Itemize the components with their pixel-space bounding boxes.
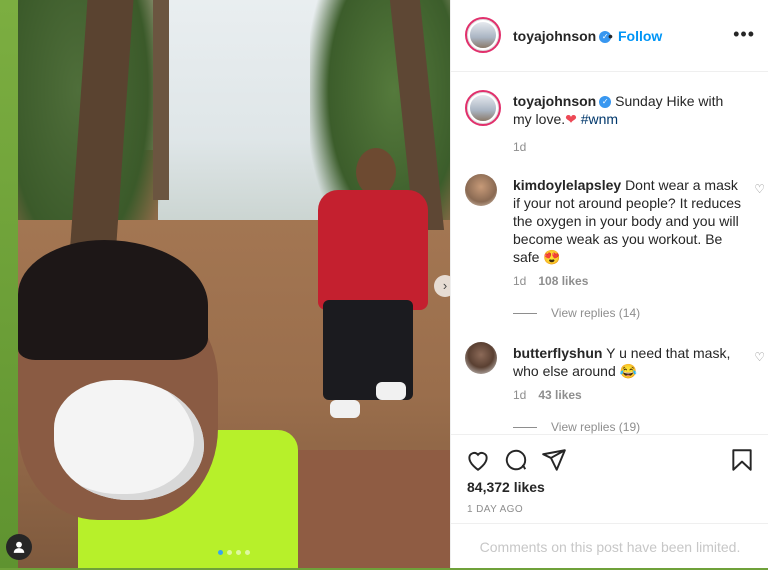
author-name[interactable]: toyajohnson ✓ (513, 28, 612, 44)
person-icon (13, 541, 25, 553)
comments-list[interactable]: toyajohnson ✓ Sunday Hike with my love.❤ … (451, 72, 768, 434)
view-replies-button[interactable]: View replies (14) (513, 306, 640, 320)
comment-age: 1d (513, 388, 527, 402)
comment-likes[interactable]: 108 likes (538, 274, 588, 288)
comments-limited-notice: Comments on this post have been limited. (451, 523, 768, 569)
comment-icon[interactable] (503, 447, 529, 473)
photo-man-shirt (318, 190, 428, 310)
comment-username[interactable]: kimdoylelapsley (513, 177, 621, 193)
author-username[interactable]: toyajohnson (513, 28, 596, 44)
comment-body: kimdoylelapsley Dont wear a mask if your… (513, 176, 743, 266)
red-heart-emoji: ❤ (565, 111, 577, 127)
header-separator: • (608, 28, 613, 44)
comment-body: butterflyshun Y u need that mask, who el… (513, 344, 743, 380)
more-options-icon[interactable]: ••• (733, 24, 755, 45)
caption-age: 1d (513, 140, 527, 154)
comment-meta: 1d 43 likes (513, 388, 582, 402)
view-replies-button[interactable]: View replies (19) (513, 420, 640, 434)
post-age: 1 DAY AGO (467, 504, 524, 515)
heart-icon[interactable]: ♡ (754, 182, 765, 196)
photo-tree-trunk (153, 0, 169, 200)
caption-username[interactable]: toyajohnson (513, 93, 596, 109)
carousel-dot-active (218, 550, 223, 555)
photo-man-head (356, 148, 396, 196)
share-icon[interactable] (541, 447, 567, 473)
carousel-dots (218, 550, 250, 555)
carousel-dot (227, 550, 232, 555)
tagged-users-button[interactable] (6, 534, 32, 560)
avatar[interactable] (465, 342, 497, 374)
comment-emoji: 😍 (543, 249, 561, 265)
comment-age: 1d (513, 274, 527, 288)
like-count[interactable]: 84,372 likes (467, 479, 545, 495)
verified-badge-icon: ✓ (599, 96, 612, 109)
carousel-dot (236, 550, 241, 555)
heart-icon[interactable] (465, 447, 491, 473)
comment-likes[interactable]: 43 likes (538, 388, 581, 402)
avatar[interactable] (465, 17, 501, 53)
caption-body: toyajohnson ✓ Sunday Hike with my love.❤ … (513, 92, 743, 128)
photo-shoe (330, 400, 360, 418)
post-header: toyajohnson ✓ • Follow ••• (451, 0, 768, 72)
hashtag-link[interactable]: #wnm (581, 111, 618, 127)
comment-username[interactable]: butterflyshun (513, 345, 602, 361)
avatar[interactable] (465, 90, 501, 126)
carousel-next-button[interactable]: › (434, 275, 450, 297)
photo-shoe (376, 382, 406, 400)
post-actions: 84,372 likes 1 DAY AGO Comments on this … (451, 434, 768, 568)
post-side-panel: toyajohnson ✓ • Follow ••• toyajohnson ✓ S… (450, 0, 768, 568)
chevron-right-icon: › (442, 278, 448, 293)
carousel-dot (245, 550, 250, 555)
post-photo[interactable]: › (18, 0, 450, 568)
comment-emoji: 😂 (619, 363, 638, 379)
bookmark-icon[interactable] (729, 447, 755, 473)
heart-icon[interactable]: ♡ (754, 350, 765, 364)
avatar[interactable] (465, 174, 497, 206)
follow-button[interactable]: Follow (618, 28, 662, 44)
comment-meta: 1d 108 likes (513, 274, 588, 288)
